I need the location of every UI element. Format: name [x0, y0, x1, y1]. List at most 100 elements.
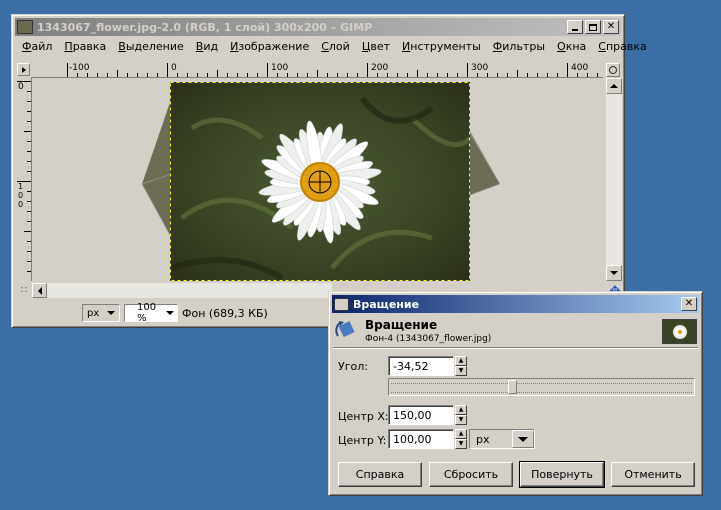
menu-item[interactable]: Правка — [58, 40, 112, 53]
gimp-menubar: Файл Правка Выделение Вид Изображение Слой Цве… — [16, 37, 647, 55]
navigate-icon: ∷ — [20, 284, 28, 296]
angle-slider-thumb[interactable] — [508, 380, 518, 394]
cancel-button[interactable]: Отменить — [611, 462, 695, 487]
horizontal-scrollbar[interactable] — [32, 283, 332, 298]
center-y-increment-button[interactable]: ▲ — [455, 429, 467, 439]
unit-value: px — [87, 307, 100, 319]
hruler-label: 100 — [271, 63, 289, 73]
menu-item[interactable]: Файл — [16, 40, 58, 53]
cancel-button-label: Отменить — [624, 468, 682, 481]
image-canvas[interactable] — [32, 78, 603, 281]
menu-item[interactable]: Изображение — [224, 40, 315, 53]
center-unit-value: px — [476, 432, 490, 446]
rotate-dialog: Вращение ✕ Вращение Фон-4 (1343067_flowe… — [328, 291, 703, 496]
menu-item[interactable]: Фильтры — [487, 40, 551, 53]
center-x-increment-button[interactable]: ▲ — [455, 405, 467, 415]
menu-item[interactable]: Инструменты — [396, 40, 487, 53]
angle-label: Угол: — [338, 360, 368, 373]
dropdown-arrow-icon — [166, 311, 174, 315]
minimize-icon — [572, 29, 578, 31]
scroll-down-button[interactable] — [606, 265, 622, 281]
menu-item[interactable]: Цвет — [356, 40, 396, 53]
rotate-titlebar[interactable]: Вращение ✕ — [332, 295, 699, 313]
arrow-left-icon — [37, 286, 42, 295]
zoom-selector[interactable]: 100 % — [124, 302, 178, 324]
menu-arrow-icon — [21, 66, 26, 73]
menu-item[interactable]: Окна — [551, 40, 592, 53]
maximize-icon — [589, 23, 597, 31]
angle-slider[interactable] — [388, 378, 695, 396]
vertical-scrollbar[interactable] — [606, 78, 622, 281]
center-unit-dropdown-button[interactable] — [512, 430, 534, 448]
navigate-corner[interactable]: ∷ — [17, 283, 31, 297]
center-y-label: Центр Y: — [338, 434, 387, 447]
gimp-window-title: 1343067_flower.jpg-2.0 (RGB, 1 слой) 300… — [37, 20, 373, 34]
help-button-label: Справка — [355, 468, 405, 481]
reset-button[interactable]: Сбросить — [429, 462, 513, 487]
center-y-decrement-button[interactable]: ▼ — [455, 439, 467, 449]
menu-item[interactable]: Справка — [592, 40, 652, 53]
angle-spinner[interactable]: ▲ ▼ — [455, 356, 467, 376]
scroll-left-button[interactable] — [32, 283, 47, 298]
center-x-spinner[interactable]: ▲ ▼ — [455, 405, 467, 425]
angle-slider-track — [391, 383, 692, 393]
rotate-heading: Вращение — [365, 318, 438, 332]
rotate-subheading: Фон-4 (1343067_flower.jpg) — [365, 334, 492, 344]
hruler-label: 400 — [571, 63, 589, 73]
dropdown-arrow-icon — [518, 436, 528, 442]
center-y-input[interactable]: 100,00 — [388, 429, 454, 449]
angle-input[interactable]: -34,52 — [388, 356, 454, 376]
help-button[interactable]: Справка — [338, 462, 422, 487]
scroll-up-button[interactable] — [606, 78, 622, 94]
center-y-spinner[interactable]: ▲ ▼ — [455, 429, 467, 449]
flower-thumbnail-icon — [674, 326, 685, 337]
vertical-ruler[interactable]: 0 1 0 0 — [17, 78, 32, 281]
magnifier-icon — [609, 66, 617, 74]
menu-item[interactable]: Выделение — [112, 40, 190, 53]
dropdown-arrow-icon — [107, 311, 115, 315]
zoom-fit-button[interactable] — [606, 63, 620, 77]
reset-button-label: Сбросить — [443, 468, 499, 481]
center-x-value: 150,00 — [393, 408, 432, 422]
minimize-button[interactable] — [567, 20, 583, 34]
close-icon: ✕ — [606, 21, 616, 32]
header-separator — [333, 347, 698, 349]
unit-selector[interactable]: px — [82, 304, 120, 322]
close-icon: ✕ — [684, 298, 694, 309]
rotate-window-title: Вращение — [353, 297, 420, 311]
center-unit-selector[interactable]: px — [469, 429, 535, 449]
arrow-down-icon — [610, 271, 618, 275]
arrow-up-icon — [610, 84, 618, 88]
layer-status-text: Фон (689,3 КБ) — [182, 307, 268, 320]
close-button[interactable]: ✕ — [603, 20, 619, 34]
center-y-value: 100,00 — [393, 432, 432, 446]
dialog-close-button[interactable]: ✕ — [681, 297, 697, 311]
gimp-image-window: 1343067_flower.jpg-2.0 (RGB, 1 слой) 300… — [11, 14, 647, 328]
layer-thumbnail — [662, 319, 697, 344]
gimp-app-icon — [17, 20, 33, 34]
rotate-app-icon — [334, 297, 349, 311]
hruler-label: -100 — [69, 63, 90, 73]
hruler-label: 0 — [171, 63, 177, 73]
horizontal-ruler[interactable]: -100 0 100 200 300 400 — [31, 63, 603, 78]
image-canvas-drawing — [141, 81, 501, 281]
menu-item[interactable]: Слой — [315, 40, 356, 53]
vruler-label: 0 — [18, 82, 24, 92]
hruler-label: 200 — [371, 63, 389, 73]
rotate-tool-icon — [335, 318, 359, 342]
hruler-label: 300 — [471, 63, 489, 73]
vruler-label: 1 0 0 — [18, 182, 24, 209]
center-x-decrement-button[interactable]: ▼ — [455, 415, 467, 425]
zoom-value: 100 % — [137, 302, 157, 324]
angle-value: -34,52 — [393, 359, 429, 373]
menu-item[interactable]: Вид — [190, 40, 224, 53]
maximize-button[interactable] — [585, 20, 601, 34]
rotate-button[interactable]: Повернуть — [519, 461, 605, 488]
rotation-center-handle[interactable] — [308, 170, 332, 194]
center-x-label: Центр X: — [338, 410, 389, 423]
gimp-titlebar[interactable]: 1343067_flower.jpg-2.0 (RGB, 1 слой) 300… — [15, 18, 621, 36]
angle-decrement-button[interactable]: ▼ — [455, 366, 467, 376]
quickmask-menu-button[interactable] — [17, 63, 30, 76]
angle-increment-button[interactable]: ▲ — [455, 356, 467, 366]
center-x-input[interactable]: 150,00 — [388, 405, 454, 425]
